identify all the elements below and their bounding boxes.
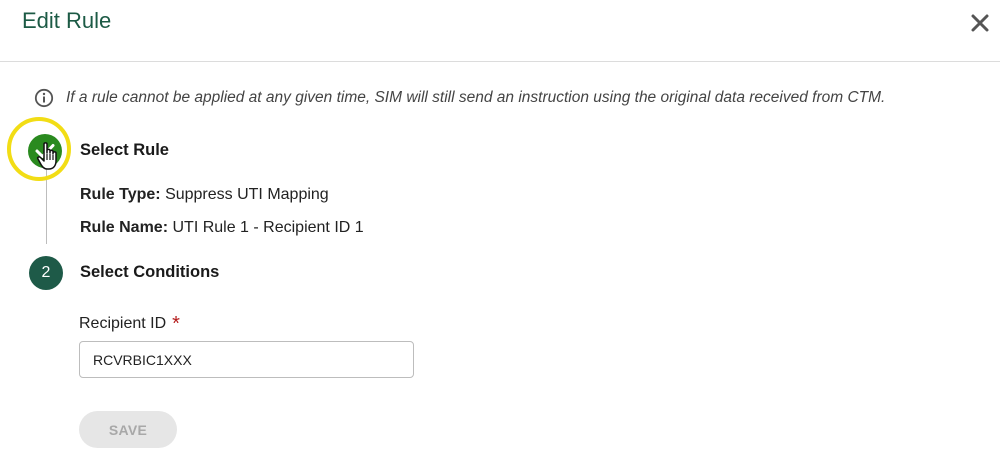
hand-cursor-icon: [37, 142, 57, 170]
step-2-title: Select Conditions: [80, 263, 220, 281]
dialog-header: Edit Rule: [0, 0, 1000, 62]
rule-name: Rule Name: UTI Rule 1 - Recipient ID 1: [80, 219, 364, 237]
info-text: If a rule cannot be applied at any given…: [66, 89, 886, 106]
required-marker: *: [172, 313, 180, 335]
rule-type-label: Rule Type:: [80, 186, 161, 203]
info-banner: If a rule cannot be applied at any given…: [34, 88, 885, 108]
rule-name-label: Rule Name:: [80, 219, 169, 236]
close-icon[interactable]: [968, 11, 992, 35]
dialog-title: Edit Rule: [22, 8, 112, 33]
info-icon: [34, 88, 54, 108]
save-button[interactable]: SAVE: [79, 411, 177, 448]
step-2-indicator[interactable]: 2: [29, 256, 63, 290]
rule-type-value: Suppress UTI Mapping: [165, 186, 329, 203]
step-1-title: Select Rule: [80, 141, 169, 159]
rule-name-value: UTI Rule 1 - Recipient ID 1: [172, 219, 364, 236]
recipient-id-input[interactable]: [79, 341, 414, 378]
recipient-id-label: Recipient ID *: [79, 311, 180, 335]
recipient-id-label-text: Recipient ID: [79, 315, 167, 332]
rule-type: Rule Type: Suppress UTI Mapping: [80, 186, 329, 204]
